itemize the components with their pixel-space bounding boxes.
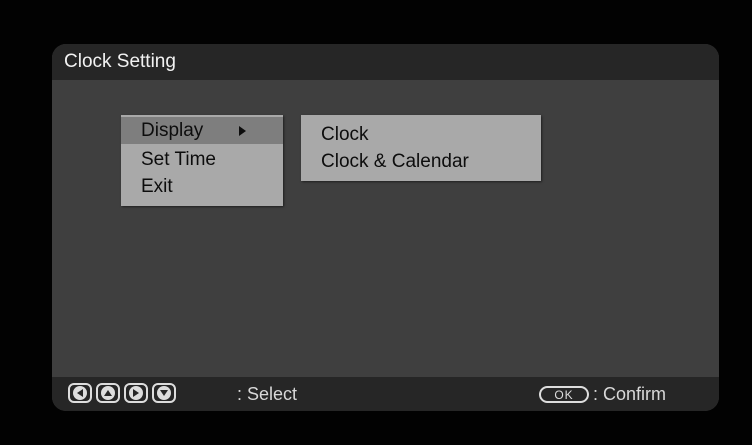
title-bar: Clock Setting [52, 44, 719, 80]
menu-item-set-time[interactable]: Set Time [121, 146, 283, 173]
submenu-item-clock-calendar[interactable]: Clock & Calendar [301, 148, 541, 175]
arrow-down-icon [152, 383, 176, 403]
arrow-up-icon [96, 383, 120, 403]
select-hint: : Select [237, 384, 298, 404]
submenu-item-label: Clock & Calendar [321, 150, 469, 172]
confirm-hint: : Confirm [593, 384, 667, 404]
display-submenu: Clock Clock & Calendar [301, 115, 541, 181]
ok-key-icon: OK [539, 386, 589, 403]
submenu-item-clock[interactable]: Clock [301, 121, 541, 148]
nav-keys [68, 383, 176, 403]
clock-setting-dialog: Clock Setting Display Set Time Exit Cloc… [52, 44, 719, 411]
dialog-title: Clock Setting [64, 51, 176, 72]
menu-item-label: Exit [141, 175, 173, 197]
menu-item-display[interactable]: Display [121, 117, 283, 144]
submenu-item-label: Clock [321, 123, 369, 145]
main-menu: Display Set Time Exit [121, 115, 283, 206]
arrow-left-icon [68, 383, 92, 403]
menu-item-exit[interactable]: Exit [121, 173, 283, 200]
arrow-right-icon [124, 383, 148, 403]
submenu-arrow-icon [239, 126, 246, 136]
screen: Clock Setting Display Set Time Exit Cloc… [0, 0, 752, 445]
menu-item-label: Set Time [141, 148, 216, 170]
footer-bar: : Select OK : Confirm [52, 377, 719, 411]
menu-item-label: Display [141, 119, 204, 141]
